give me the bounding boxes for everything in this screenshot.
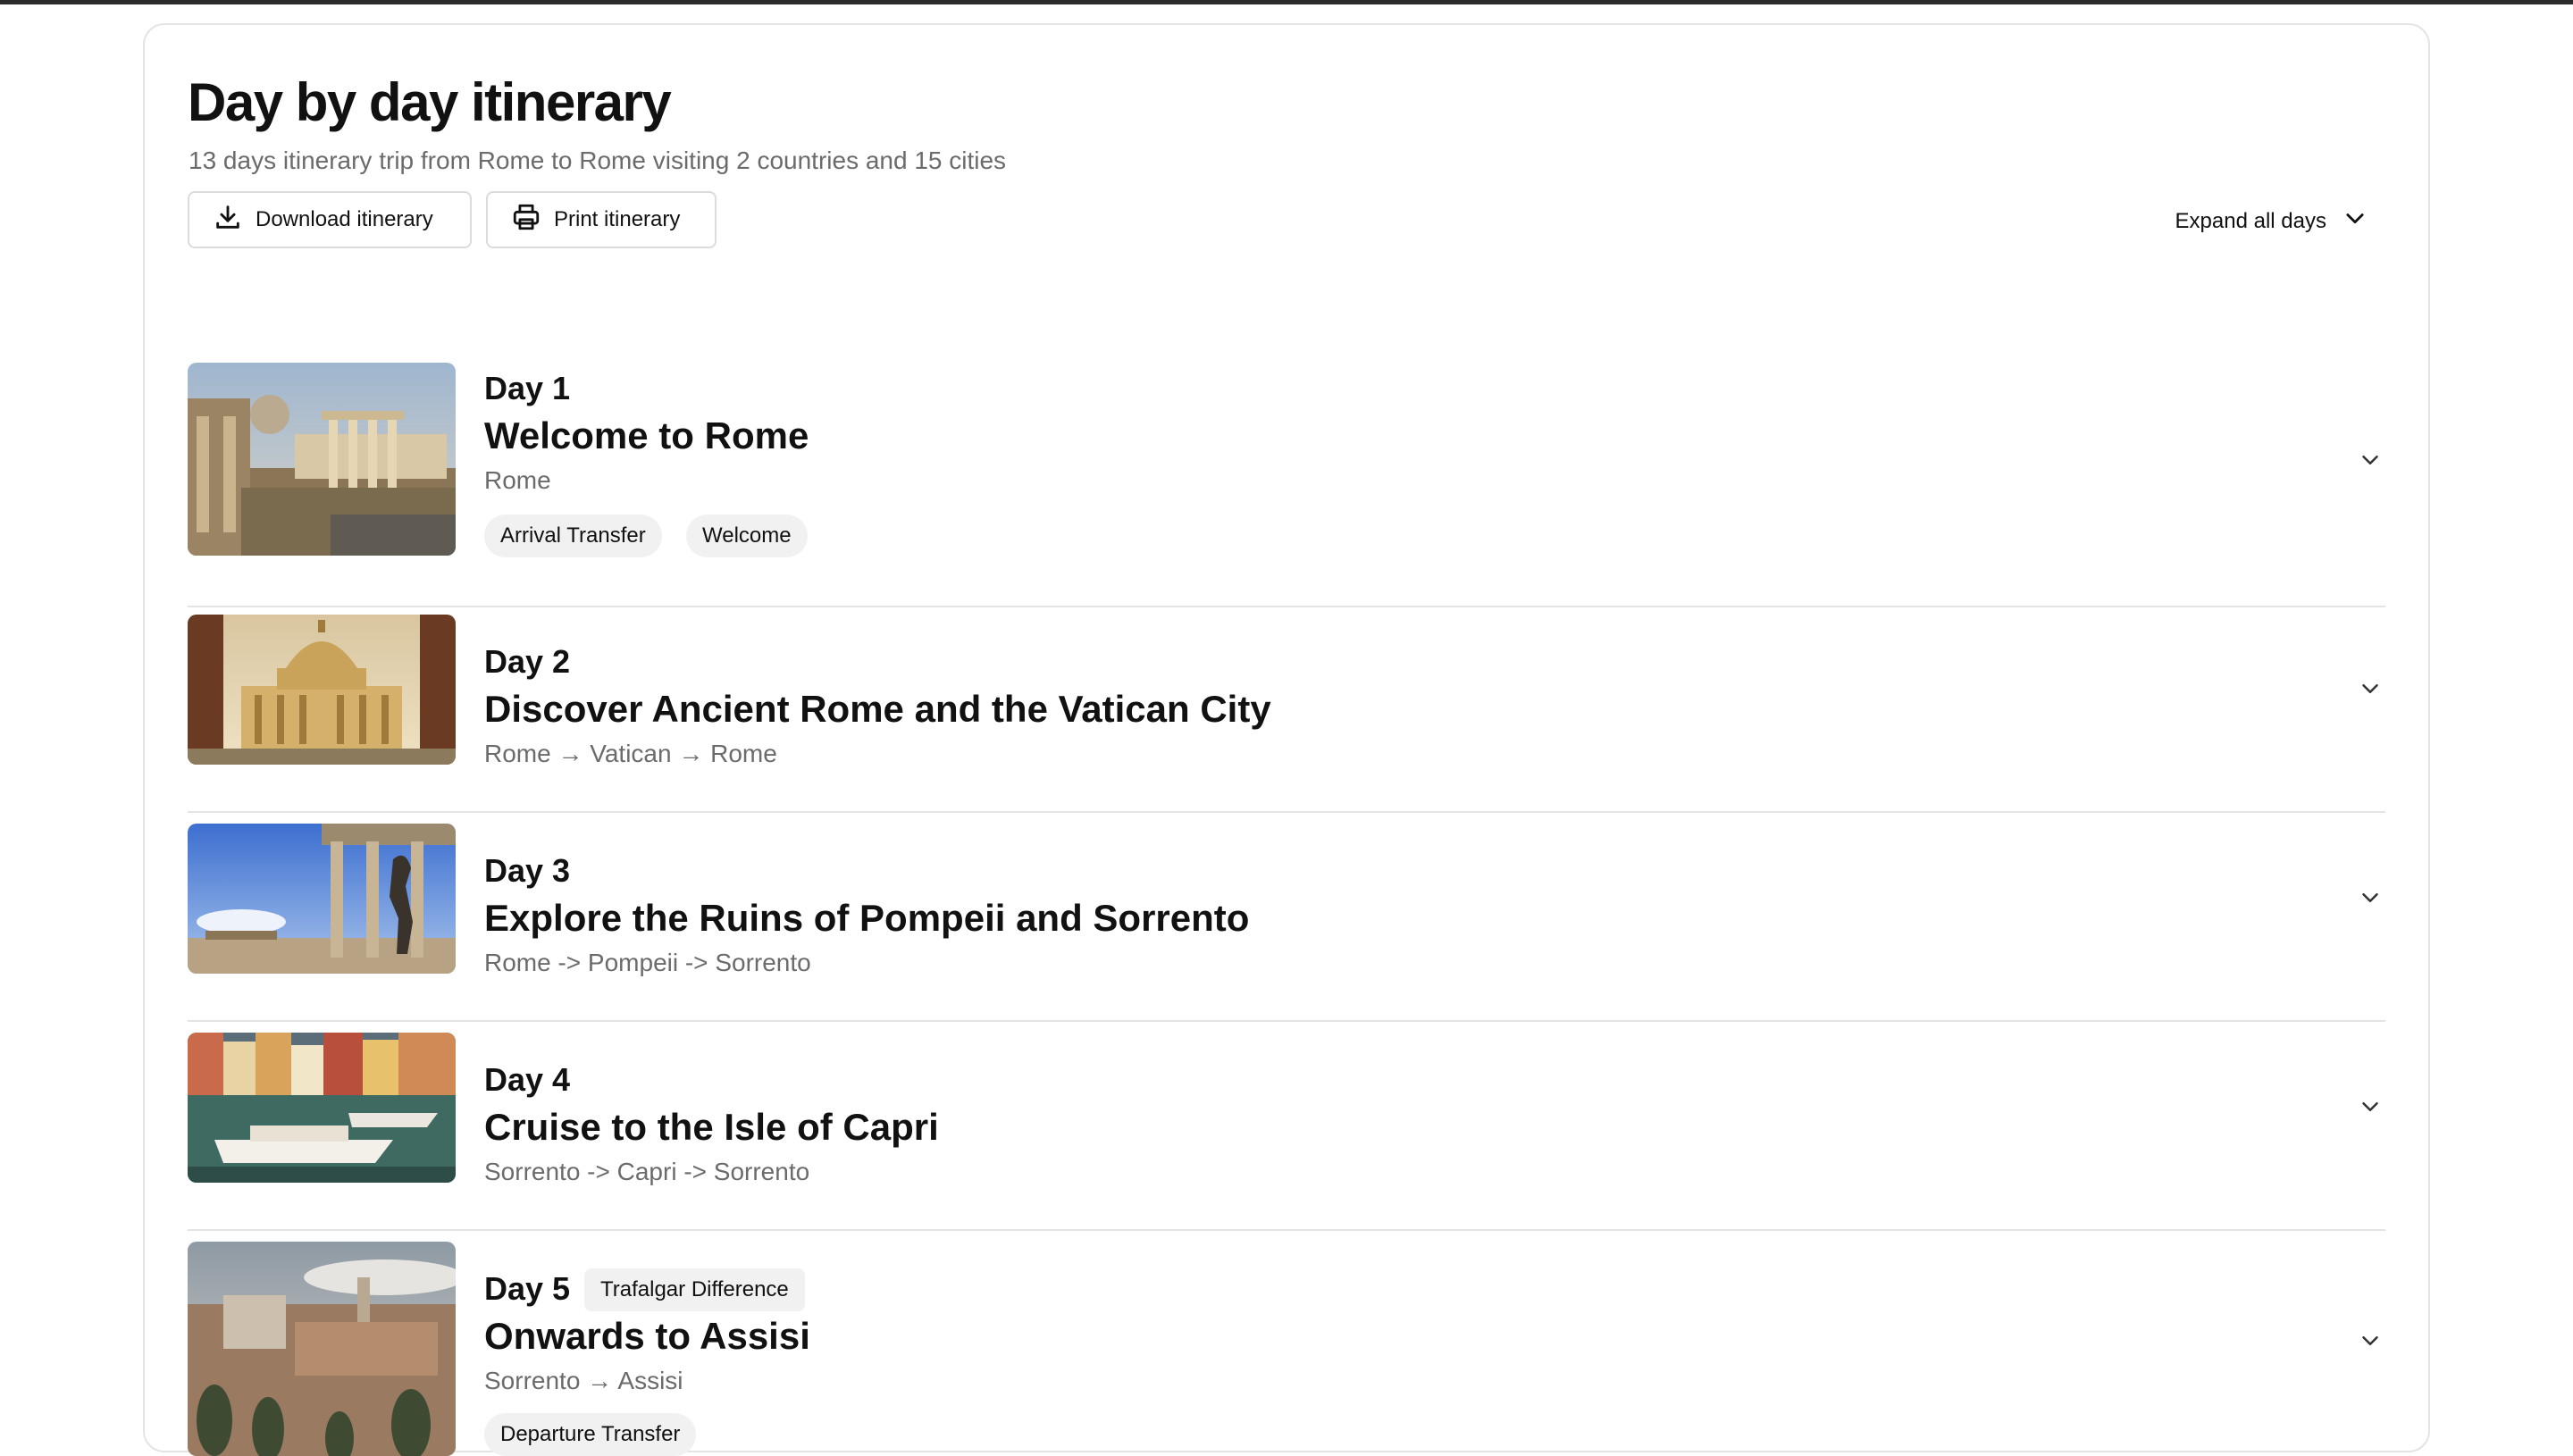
day-image-capri bbox=[188, 1033, 456, 1183]
itinerary-card: Day by day itinerary 13 days itinerary t… bbox=[143, 23, 2430, 1456]
day-number: Day 2 bbox=[484, 643, 571, 680]
day-route: Rome bbox=[484, 466, 551, 494]
day-title: Discover Ancient Rome and the Vatican Ci… bbox=[484, 688, 1271, 730]
day-number: Day 3 bbox=[484, 852, 571, 889]
window-top-edge bbox=[0, 0, 2573, 4]
printer-icon bbox=[511, 202, 541, 238]
day-number: Day 4 bbox=[484, 1061, 571, 1098]
day-title: Onwards to Assisi bbox=[484, 1315, 810, 1357]
day-title: Welcome to Rome bbox=[484, 414, 809, 456]
day-divider bbox=[188, 606, 2385, 607]
chevron-down-icon[interactable] bbox=[2357, 884, 2384, 911]
day-route: Rome -> Pompeii -> Sorrento bbox=[484, 949, 811, 976]
day-route: Sorrento → Assisi bbox=[484, 1367, 683, 1394]
download-icon bbox=[213, 202, 243, 238]
day-divider bbox=[188, 811, 2385, 813]
print-itinerary-label: Print itinerary bbox=[554, 207, 681, 231]
day-number: Day 1 bbox=[484, 370, 571, 406]
chevron-down-icon[interactable] bbox=[2357, 675, 2384, 702]
chevron-down-icon[interactable] bbox=[2357, 447, 2384, 473]
chevron-down-icon[interactable] bbox=[2357, 1327, 2384, 1354]
day-item[interactable]: Day 2 Discover Ancient Rome and the Vati… bbox=[188, 615, 2385, 825]
day-item[interactable]: Day 4 Cruise to the Isle of Capri Sorren… bbox=[188, 1033, 2385, 1243]
day-image-roman-forum bbox=[188, 363, 456, 556]
day-image-assisi bbox=[188, 1242, 456, 1456]
chevron-down-icon[interactable] bbox=[2357, 1093, 2384, 1120]
day-item[interactable]: Day 1 Welcome to Rome Rome Arrival Trans… bbox=[188, 363, 2385, 622]
trafalgar-difference-badge: Trafalgar Difference bbox=[584, 1268, 805, 1311]
day-route: Sorrento -> Capri -> Sorrento bbox=[484, 1158, 810, 1185]
chevron-down-icon bbox=[2343, 205, 2368, 237]
download-itinerary-button[interactable]: Download itinerary bbox=[188, 191, 472, 248]
day-image-st-peters bbox=[188, 615, 456, 765]
expand-all-days-toggle[interactable]: Expand all days bbox=[2175, 205, 2368, 237]
trip-summary: 13 days itinerary trip from Rome to Rome… bbox=[189, 146, 1007, 174]
day-number: Day 5 bbox=[484, 1270, 571, 1307]
day-route: Rome → Vatican → Rome bbox=[484, 740, 777, 767]
day-divider bbox=[188, 1020, 2385, 1022]
tag-departure-transfer: Departure Transfer bbox=[484, 1413, 697, 1456]
day-title: Cruise to the Isle of Capri bbox=[484, 1106, 939, 1148]
expand-all-days-label: Expand all days bbox=[2175, 208, 2326, 233]
day-item[interactable]: Day 3 Explore the Ruins of Pompeii and S… bbox=[188, 824, 2385, 1034]
day-item[interactable]: Day 5 Trafalgar Difference Onwards to As… bbox=[188, 1242, 2385, 1456]
tag-welcome: Welcome bbox=[686, 515, 808, 557]
day-divider bbox=[188, 1229, 2385, 1231]
day-image-pompeii bbox=[188, 824, 456, 974]
print-itinerary-button[interactable]: Print itinerary bbox=[486, 191, 717, 248]
tag-arrival-transfer: Arrival Transfer bbox=[484, 515, 662, 557]
page-title: Day by day itinerary bbox=[188, 72, 672, 132]
day-title: Explore the Ruins of Pompeii and Sorrent… bbox=[484, 897, 1250, 939]
download-itinerary-label: Download itinerary bbox=[256, 207, 433, 231]
